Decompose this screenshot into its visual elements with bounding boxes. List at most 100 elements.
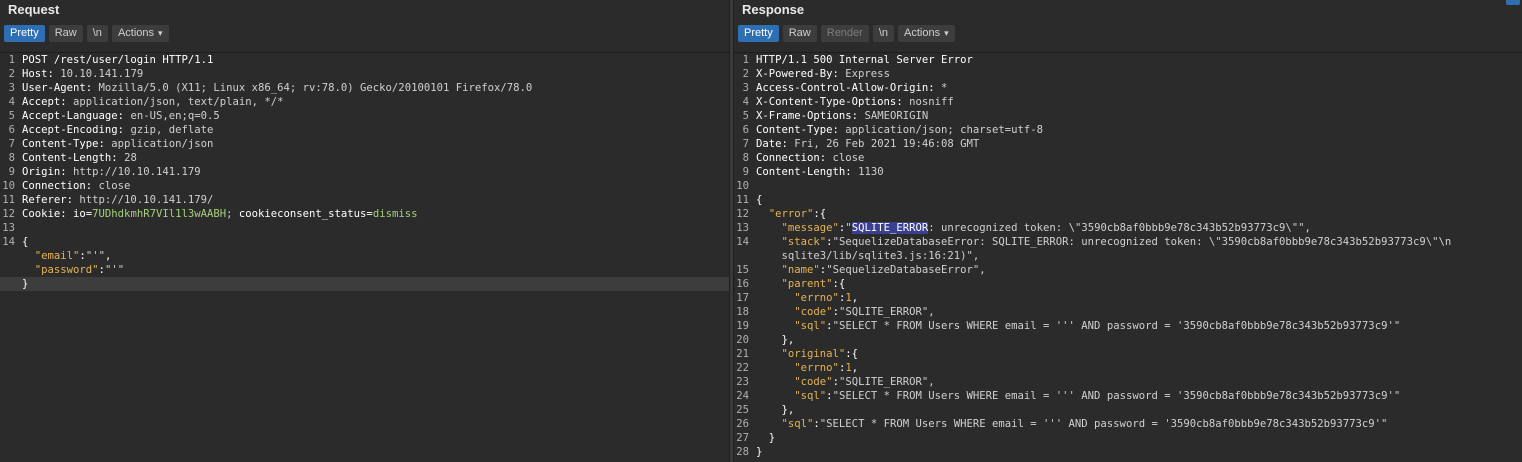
- json-brace: },: [756, 334, 795, 346]
- json-punct: :{: [813, 208, 827, 220]
- line-number: 5: [742, 110, 749, 122]
- header-value: Fri, 26 Feb 2021 19:46:08 GMT: [794, 138, 980, 150]
- request-editor[interactable]: 1 POST /rest/user/login HTTP/1.1 2 Host: 1…: [0, 52, 729, 462]
- cookie-value: dismiss: [372, 208, 418, 220]
- json-key: "sql": [794, 390, 827, 402]
- line-number: 2: [742, 68, 749, 80]
- code-line: 4 X-Content-Type-Options: nosniff: [734, 95, 1522, 109]
- json-value: "SequelizeDatabaseError: SQLITE_ERROR: u…: [832, 236, 1452, 248]
- code-line: 23 "code":"SQLITE_ERROR",: [734, 375, 1522, 389]
- code-line: 1 HTTP/1.1 500 Internal Server Error: [734, 53, 1522, 67]
- json-comma: ,: [851, 292, 859, 304]
- code-line: 3 User-Agent: Mozilla/5.0 (X11; Linux x86…: [0, 81, 729, 95]
- line-number: 27: [736, 432, 749, 444]
- line-number: 6: [8, 124, 15, 136]
- line-number: 15: [736, 264, 749, 276]
- json-key: "name": [781, 264, 820, 276]
- drag-handle-icon[interactable]: ⋮: [730, 374, 739, 383]
- layout-icon[interactable]: [1506, 0, 1520, 5]
- request-pretty-tab[interactable]: Pretty: [4, 24, 45, 42]
- response-newline-toggle[interactable]: \n: [872, 24, 895, 42]
- header-name: Access-Control-Allow-Origin:: [756, 82, 941, 94]
- json-punct: :{: [845, 348, 859, 360]
- json-value: : unrecognized token: \"3590cb8af0bbb9e7…: [928, 222, 1311, 234]
- code-line-wrapped: sqlite3/lib/sqlite3.js:16:21)",: [734, 249, 1522, 263]
- response-render-tab[interactable]: Render: [820, 24, 869, 42]
- json-key: "errno": [794, 362, 839, 374]
- header-value: application/json; charset=utf-8: [845, 124, 1044, 136]
- json-value: "SequelizeDatabaseError",: [826, 264, 986, 276]
- request-toolbar: Pretty Raw \n Actions ▾: [0, 20, 729, 46]
- cookie-value: 7UDhdkmhR7VIl1l3wAABH: [92, 208, 227, 220]
- header-name: X-Powered-By:: [756, 68, 846, 80]
- json-brace: }: [756, 446, 763, 458]
- response-raw-tab[interactable]: Raw: [782, 24, 817, 42]
- request-raw-tab[interactable]: Raw: [48, 24, 83, 42]
- response-actions-label: Actions: [904, 26, 941, 39]
- line-number: 1: [742, 54, 749, 66]
- header-value: nosniff: [909, 96, 954, 108]
- line-number: 9: [8, 166, 15, 178]
- code-line: 24 "sql":"SELECT * FROM Users WHERE emai…: [734, 389, 1522, 403]
- json-key: "stack": [781, 236, 827, 248]
- json-value: "SQLITE_ERROR",: [838, 376, 935, 388]
- line-number: 12: [2, 208, 15, 220]
- line-number: 28: [736, 446, 749, 458]
- header-name: Accept-Language:: [22, 110, 131, 122]
- line-number: 22: [736, 362, 749, 374]
- code-line: 5 Accept-Language: en-US,en;q=0.5: [0, 109, 729, 123]
- header-value: gzip, deflate: [130, 124, 214, 136]
- code-line: 26 "sql":"SELECT * FROM Users WHERE emai…: [734, 417, 1522, 431]
- request-title: Request: [8, 2, 60, 17]
- json-value: "SELECT * FROM Users WHERE email = ''' A…: [819, 418, 1388, 430]
- line-number: 10: [736, 180, 749, 192]
- header-name: Accept:: [22, 96, 74, 108]
- selected-text[interactable]: SQLITE_ERROR: [851, 222, 929, 234]
- code-line: 11 Referer: http://10.10.141.179/: [0, 193, 729, 207]
- json-key: "password": [34, 264, 99, 276]
- json-value: "'": [85, 250, 105, 262]
- json-brace: }: [22, 278, 29, 290]
- code-line: 5 X-Frame-Options: SAMEORIGIN: [734, 109, 1522, 123]
- cookie-name: io=: [73, 208, 93, 220]
- line-number: 4: [742, 96, 749, 108]
- code-line-current: }: [0, 277, 729, 291]
- json-key: "code": [794, 376, 833, 388]
- line-number: 8: [742, 152, 749, 164]
- request-newline-toggle[interactable]: \n: [86, 24, 108, 42]
- json-value: "'": [104, 264, 125, 276]
- code-line: 13: [0, 221, 729, 235]
- code-line: 28}: [734, 445, 1522, 459]
- code-line: 2 X-Powered-By: Express: [734, 67, 1522, 81]
- line-number: 6: [742, 124, 749, 136]
- line-number: 17: [736, 292, 749, 304]
- response-pretty-tab[interactable]: Pretty: [738, 24, 779, 42]
- request-actions-button[interactable]: Actions ▾: [111, 24, 169, 42]
- code-line: 12 Cookie: io=7UDhdkmhR7VIl1l3wAABH; cook…: [0, 207, 729, 221]
- line-number: 1: [8, 54, 15, 66]
- code-line: 18 "code":"SQLITE_ERROR",: [734, 305, 1522, 319]
- request-actions-label: Actions: [117, 26, 155, 39]
- line-number: 21: [736, 348, 749, 360]
- status-line: HTTP/1.1 500 Internal Server Error: [756, 54, 973, 66]
- code-line: 7 Date: Fri, 26 Feb 2021 19:46:08 GMT: [734, 137, 1522, 151]
- code-line: "email":"'",: [0, 249, 729, 263]
- header-value: 1130: [858, 166, 884, 178]
- json-value: sqlite3/lib/sqlite3.js:16:21)",: [781, 250, 980, 262]
- code-line: 6 Accept-Encoding: gzip, deflate: [0, 123, 729, 137]
- json-key: "message": [781, 222, 839, 234]
- response-actions-button[interactable]: Actions ▾: [898, 24, 955, 42]
- response-pane: Response Pretty Raw Render \n Actions ▾ 1…: [734, 0, 1522, 462]
- header-value: close: [832, 152, 865, 164]
- code-line: 2 Host: 10.10.141.179: [0, 67, 729, 81]
- line-number: 7: [742, 138, 749, 150]
- code-line: 14 {: [0, 235, 729, 249]
- code-line: 19 "sql":"SELECT * FROM Users WHERE emai…: [734, 319, 1522, 333]
- line-number: 9: [742, 166, 749, 178]
- response-editor[interactable]: 1 HTTP/1.1 500 Internal Server Error 2 X-P…: [734, 52, 1522, 462]
- header-name: Content-Length:: [756, 166, 859, 178]
- json-comma: ,: [851, 362, 859, 374]
